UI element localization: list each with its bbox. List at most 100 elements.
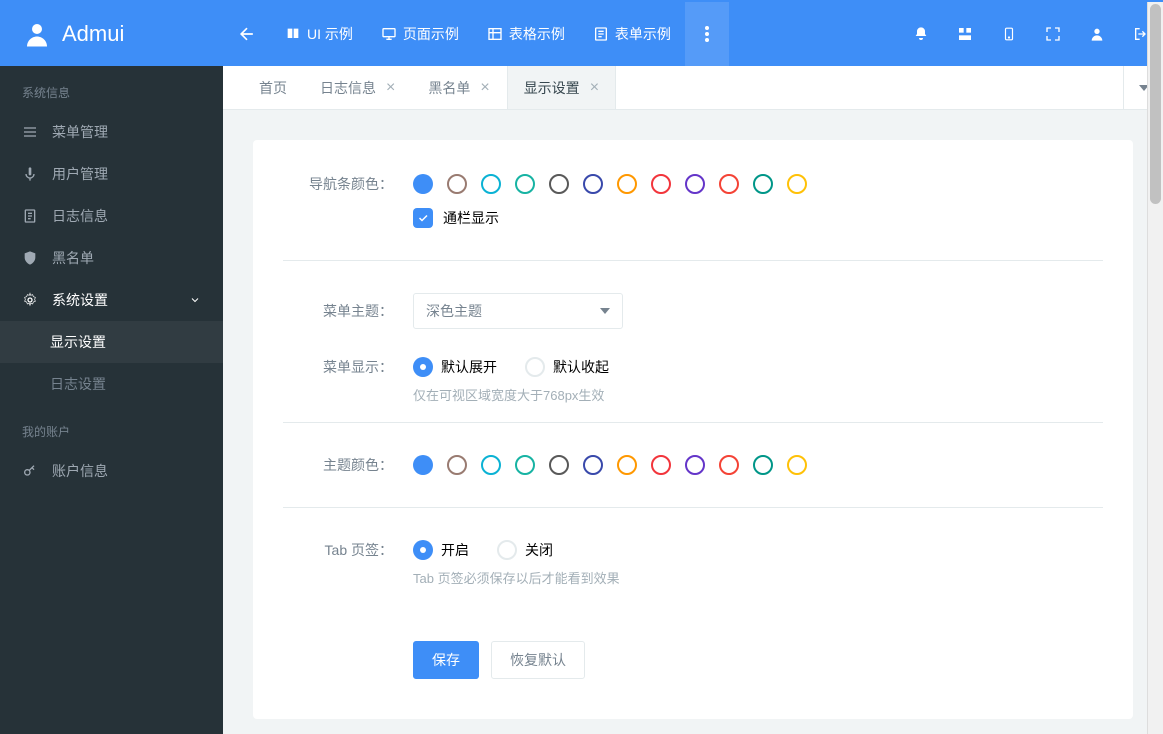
nav-label: 表格示例 xyxy=(509,24,565,44)
sidebar-sub-log-settings[interactable]: 日志设置 xyxy=(0,363,223,405)
sidebar-label: 系统设置 xyxy=(52,290,108,310)
header-layout[interactable] xyxy=(943,2,987,66)
tab-display-settings[interactable]: 显示设置 × xyxy=(507,66,616,109)
more-vertical-icon xyxy=(705,26,709,42)
settings-panel: 导航条颜色： 通栏显示 菜单主题： xyxy=(253,140,1133,719)
tab-home[interactable]: 首页 xyxy=(243,66,304,109)
themecolor-label: 主题颜色： xyxy=(283,455,413,475)
nav-label: 表单示例 xyxy=(615,24,671,44)
color-swatch[interactable] xyxy=(583,174,603,194)
sidebar-user-mgmt[interactable]: 用户管理 xyxy=(0,153,223,195)
color-swatch[interactable] xyxy=(413,174,433,194)
menutheme-select[interactable]: 深色主题 xyxy=(413,293,623,329)
header-fullscreen[interactable] xyxy=(1031,2,1075,66)
sidebar-label: 用户管理 xyxy=(52,164,108,184)
sidebar-label: 账户信息 xyxy=(52,461,108,481)
tab-log-info[interactable]: 日志信息 × xyxy=(304,66,412,109)
color-swatch[interactable] xyxy=(787,174,807,194)
color-swatch[interactable] xyxy=(481,174,501,194)
header: Admui UI 示例 页面示例 表格示例 表单示例 xyxy=(0,2,1163,66)
color-swatch[interactable] xyxy=(685,174,705,194)
nav-label: 页面示例 xyxy=(403,24,459,44)
select-value: 深色主题 xyxy=(426,301,482,321)
tabs-bar: 首页 日志信息 × 黑名单× 显示设置 × xyxy=(223,66,1163,110)
radio-label: 关闭 xyxy=(525,540,553,560)
color-swatch[interactable] xyxy=(617,174,637,194)
color-swatch[interactable] xyxy=(515,174,535,194)
book-icon xyxy=(285,26,301,42)
themecolor-swatches xyxy=(413,455,807,475)
color-swatch[interactable] xyxy=(481,455,501,475)
color-swatch[interactable] xyxy=(651,455,671,475)
color-swatch[interactable] xyxy=(719,455,739,475)
header-mobile[interactable] xyxy=(987,2,1031,66)
tab-label: 日志信息 xyxy=(320,78,376,98)
menudisplay-collapse-radio[interactable] xyxy=(525,357,545,377)
monitor-icon xyxy=(381,26,397,42)
color-swatch[interactable] xyxy=(753,174,773,194)
header-user[interactable] xyxy=(1075,2,1119,66)
sidebar-account-info[interactable]: 账户信息 xyxy=(0,450,223,492)
color-swatch[interactable] xyxy=(447,174,467,194)
sidebar: 系统信息 菜单管理 用户管理 日志信息 黑名单 系统设置 显示设置 日志设置 xyxy=(0,66,223,734)
nav-more[interactable] xyxy=(685,2,729,66)
color-swatch[interactable] xyxy=(651,174,671,194)
color-swatch[interactable] xyxy=(719,174,739,194)
color-swatch[interactable] xyxy=(583,455,603,475)
sidebar-blacklist[interactable]: 黑名单 xyxy=(0,237,223,279)
brand-name: Admui xyxy=(62,21,124,47)
tab-off-radio[interactable] xyxy=(497,540,517,560)
save-button[interactable]: 保存 xyxy=(413,641,479,679)
menudisplay-expand-radio[interactable] xyxy=(413,357,433,377)
header-notifications[interactable] xyxy=(899,2,943,66)
layout-icon xyxy=(957,26,973,42)
nav-form-examples[interactable]: 表单示例 xyxy=(579,2,685,66)
key-icon xyxy=(22,463,38,479)
scrollbar[interactable] xyxy=(1147,2,1163,734)
sidebar-menu-mgmt[interactable]: 菜单管理 xyxy=(0,111,223,153)
menudisplay-hint: 仅在可视区域宽度大于768px生效 xyxy=(253,385,1133,404)
fullwidth-checkbox[interactable] xyxy=(413,208,433,228)
reset-button[interactable]: 恢复默认 xyxy=(491,641,585,679)
menutheme-label: 菜单主题： xyxy=(283,301,413,321)
color-swatch[interactable] xyxy=(447,455,467,475)
menudisplay-label: 菜单显示： xyxy=(283,357,413,377)
tab-label: 首页 xyxy=(259,78,287,98)
sidebar-log-info[interactable]: 日志信息 xyxy=(0,195,223,237)
mic-icon xyxy=(22,166,38,182)
color-swatch[interactable] xyxy=(413,455,433,475)
color-swatch[interactable] xyxy=(515,455,535,475)
arrow-left-icon xyxy=(237,24,257,44)
navcolor-label: 导航条颜色： xyxy=(283,174,413,194)
nav-back[interactable] xyxy=(223,2,271,66)
close-icon[interactable]: × xyxy=(386,79,395,97)
close-icon[interactable]: × xyxy=(590,79,599,97)
tab-label: 显示设置 xyxy=(524,78,580,98)
check-icon xyxy=(417,212,429,224)
nav-page-examples[interactable]: 页面示例 xyxy=(367,2,473,66)
nav-table-examples[interactable]: 表格示例 xyxy=(473,2,579,66)
tab-blacklist[interactable]: 黑名单× xyxy=(412,66,506,109)
file-icon xyxy=(22,208,38,224)
color-swatch[interactable] xyxy=(787,455,807,475)
sidebar-system-settings[interactable]: 系统设置 xyxy=(0,279,223,321)
nav-label: UI 示例 xyxy=(307,24,353,44)
expand-icon xyxy=(1045,26,1061,42)
shield-icon xyxy=(22,250,38,266)
menu-icon xyxy=(22,124,38,140)
form-icon xyxy=(593,26,609,42)
nav-ui-examples[interactable]: UI 示例 xyxy=(271,2,367,66)
color-swatch[interactable] xyxy=(685,455,705,475)
close-icon[interactable]: × xyxy=(480,79,489,97)
sidebar-sub-display-settings[interactable]: 显示设置 xyxy=(0,321,223,363)
bell-icon xyxy=(913,26,929,42)
table-icon xyxy=(487,26,503,42)
scrollbar-thumb[interactable] xyxy=(1150,4,1161,204)
color-swatch[interactable] xyxy=(549,174,569,194)
tab-on-radio[interactable] xyxy=(413,540,433,560)
brand-logo[interactable]: Admui xyxy=(0,19,223,49)
tabopt-label: Tab 页签： xyxy=(283,540,413,560)
color-swatch[interactable] xyxy=(549,455,569,475)
color-swatch[interactable] xyxy=(617,455,637,475)
color-swatch[interactable] xyxy=(753,455,773,475)
